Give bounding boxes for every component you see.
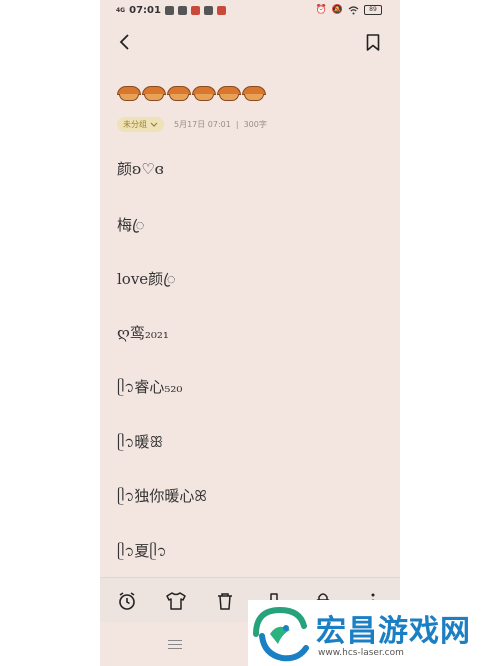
note-line: ღ鸾₂₀₂₁ bbox=[117, 323, 169, 342]
battery-icon: 89 bbox=[364, 5, 382, 15]
dragon-logo-icon bbox=[253, 606, 309, 662]
folder-selector[interactable]: 未分组 bbox=[117, 117, 164, 132]
alarm-icon: ⏰ bbox=[315, 5, 327, 15]
trash-icon bbox=[218, 593, 232, 610]
note-meta: 未分组 5月17日 07:01 | 300字 bbox=[117, 117, 267, 132]
status-bar: 4G 07:01 ⏰ 🔕 89 bbox=[100, 0, 400, 22]
watermark-url: www.hcs-laser.com bbox=[318, 648, 404, 658]
message-notification-icon bbox=[177, 6, 187, 15]
chevron-left-icon bbox=[119, 34, 129, 50]
note-line: ᥫ᭡暖ꕥ bbox=[117, 432, 164, 451]
bowl-emoji-icon bbox=[167, 86, 191, 102]
note-line: ᥫ᭡独你暖心ꕤ bbox=[117, 487, 207, 505]
note-date: 5月17日 07:01 bbox=[174, 120, 231, 129]
recent-apps-button[interactable] bbox=[168, 640, 182, 652]
theme-button[interactable] bbox=[165, 590, 187, 612]
status-time: 07:01 bbox=[129, 5, 161, 16]
bowl-emoji-icon bbox=[242, 86, 266, 102]
note-line: love颜ꦿ bbox=[117, 270, 176, 288]
bowl-emoji-icon bbox=[117, 86, 141, 102]
site-watermark: 宏昌游戏网 www.hcs-laser.com bbox=[248, 600, 500, 666]
network-indicator: 4G bbox=[116, 6, 126, 14]
red-app-notification-icon bbox=[190, 6, 200, 15]
wifi-icon bbox=[348, 5, 359, 14]
note-line: 梅ꦿ bbox=[117, 215, 145, 234]
bookmark-icon bbox=[366, 34, 380, 51]
note-line: ᥫ᭡睿心₅₂₀ bbox=[117, 378, 183, 396]
mute-icon: 🔕 bbox=[331, 5, 343, 15]
watermark-title: 宏昌游戏网 bbox=[316, 614, 471, 649]
app-notification-icon bbox=[164, 6, 174, 15]
compass-notification-icon bbox=[203, 6, 213, 15]
orange-app-notification-icon bbox=[216, 6, 226, 15]
note-title-emoji bbox=[117, 86, 266, 102]
reminder-button[interactable] bbox=[116, 590, 138, 612]
bowl-emoji-icon bbox=[217, 86, 241, 102]
bowl-emoji-icon bbox=[192, 86, 216, 102]
delete-button[interactable] bbox=[214, 590, 236, 612]
bowl-emoji-icon bbox=[142, 86, 166, 102]
note-line: 颜ʚ♡ɞ bbox=[117, 160, 164, 178]
back-button[interactable] bbox=[118, 32, 130, 57]
alarm-clock-icon bbox=[119, 592, 135, 610]
chevron-down-icon bbox=[150, 122, 158, 127]
word-count: 300字 bbox=[243, 120, 267, 129]
note-body[interactable]: 颜ʚ♡ɞ 梅ꦿ love颜ꦿ ღ鸾₂₀₂₁ ᥫ᭡睿心₅₂₀ ᥫ᭡暖ꕥ ᥫ᭡独你暖… bbox=[117, 158, 207, 594]
meta-separator: | bbox=[235, 120, 239, 129]
phone-screen: 4G 07:01 ⏰ 🔕 89 未分组 5月17日 07:01 | 300字 颜… bbox=[100, 0, 400, 666]
shirt-icon bbox=[166, 592, 186, 610]
bookmark-button[interactable] bbox=[366, 34, 380, 51]
folder-label: 未分组 bbox=[123, 120, 147, 129]
